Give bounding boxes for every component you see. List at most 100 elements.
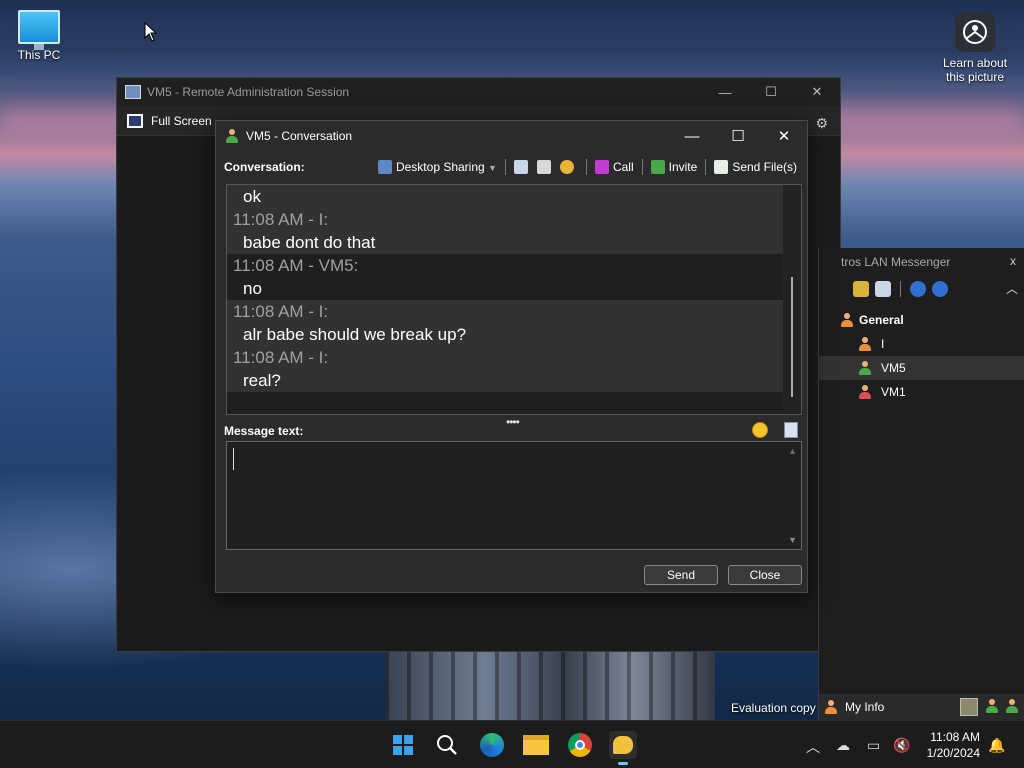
- message-timestamp: 11:08 AM - VM5:: [233, 256, 359, 275]
- user-label: VM1: [881, 385, 906, 399]
- lan-messenger-icon: [613, 736, 633, 754]
- scroll-down-arrow-icon[interactable]: ▼: [788, 535, 797, 545]
- file-explorer-icon: [523, 735, 549, 755]
- chrome-button[interactable]: [566, 731, 594, 759]
- messenger-toolbar: ︿: [819, 276, 1024, 302]
- settings-gear-icon[interactable]: ⚙: [815, 115, 828, 132]
- message-text: alr babe should we break up?: [243, 325, 467, 344]
- message-text-bar: Message text:: [224, 421, 802, 441]
- user-status-icon: [859, 385, 871, 399]
- send-button[interactable]: Send: [644, 565, 718, 585]
- message-entry: 11:08 AM - I: real?: [227, 346, 801, 392]
- onedrive-icon[interactable]: ☁: [836, 737, 850, 754]
- chevron-up-icon[interactable]: ︿: [806, 737, 820, 757]
- conversation-window: VM5 - Conversation — ☐ ✕ Conversation: D…: [215, 120, 808, 593]
- fullscreen-button[interactable]: Full Screen: [151, 114, 212, 128]
- search-button[interactable]: [433, 731, 461, 759]
- conversation-toolbar: Conversation: Desktop Sharing ▼ Call Inv…: [216, 151, 807, 183]
- system-clock[interactable]: 11:08 AM 1/20/2024: [927, 729, 980, 761]
- start-button[interactable]: [389, 731, 417, 759]
- desktop-sharing-icon: [377, 160, 392, 175]
- open-folder-icon[interactable]: [853, 281, 869, 297]
- history-icon[interactable]: [513, 160, 528, 174]
- conversation-user-icon: [226, 129, 238, 143]
- desktop-sharing-button[interactable]: Desktop Sharing ▼: [377, 159, 497, 175]
- edge-beta-button[interactable]: [478, 731, 506, 759]
- help-icon[interactable]: [910, 281, 926, 297]
- message-timestamp: 11:08 AM - I:: [233, 348, 329, 367]
- call-button[interactable]: Call: [594, 160, 634, 175]
- lan-messenger-button[interactable]: [609, 731, 637, 765]
- search-icon: [437, 735, 457, 755]
- message-entry: 11:08 AM - I: babe dont do that: [227, 208, 801, 254]
- message-list: ok 11:08 AM - I: babe dont do that 11:08 AM…: [227, 185, 801, 392]
- messenger-close-button[interactable]: x: [1010, 254, 1016, 268]
- file-transfers-icon[interactable]: [536, 160, 551, 174]
- pier-image: [385, 652, 715, 720]
- invite-button[interactable]: Invite: [650, 160, 697, 175]
- conversation-scrollbar[interactable]: [783, 185, 801, 414]
- user-item-vm1[interactable]: VM1: [819, 380, 1024, 404]
- minimize-button[interactable]: —: [702, 78, 748, 106]
- learn-picture-icon: [955, 12, 995, 52]
- close-button[interactable]: ✕: [794, 78, 840, 106]
- group-general[interactable]: General: [819, 308, 1024, 332]
- messenger-titlebar[interactable]: tros LAN Messenger x: [819, 248, 1024, 276]
- cursor-icon: [144, 22, 158, 42]
- message-text: babe dont do that: [243, 233, 376, 252]
- message-input[interactable]: ▲ ▼: [226, 441, 802, 550]
- network-icon[interactable]: ▭: [867, 737, 880, 754]
- text-caret: [233, 448, 234, 470]
- maximize-button[interactable]: ☐: [715, 121, 761, 151]
- scrollbar-thumb[interactable]: [791, 277, 793, 397]
- user-status-icon: [859, 337, 871, 351]
- conversation-titlebar[interactable]: VM5 - Conversation — ☐ ✕: [216, 121, 807, 151]
- user-status-icon: [859, 361, 871, 375]
- messenger-title: tros LAN Messenger: [841, 255, 951, 269]
- taskbar: ︿ ☁ ▭ 🔇 11:08 AM 1/20/2024 🔔: [0, 720, 1024, 768]
- minimize-button[interactable]: —: [669, 121, 715, 151]
- user-label: VM5: [881, 361, 906, 375]
- status-online-icon[interactable]: [960, 698, 978, 716]
- conversation-history[interactable]: ok 11:08 AM - I: babe dont do that 11:08 AM…: [226, 184, 802, 415]
- font-format-icon[interactable]: [784, 422, 798, 438]
- remote-admin-titlebar[interactable]: VM5 - Remote Administration Session — ☐ …: [117, 78, 840, 106]
- window-title: VM5 - Remote Administration Session: [147, 85, 350, 99]
- desktop-sharing-label: Desktop Sharing: [395, 159, 485, 174]
- volume-muted-icon[interactable]: 🔇: [893, 737, 910, 754]
- message-entry: ok: [227, 185, 801, 208]
- chrome-icon: [568, 733, 592, 757]
- my-info-button[interactable]: My Info: [845, 700, 884, 714]
- message-text: ok: [243, 187, 261, 206]
- group-label: General: [859, 313, 904, 327]
- chevron-up-icon[interactable]: ︿: [1006, 280, 1018, 297]
- desktop-icon-label: This PC: [17, 48, 61, 62]
- history-icon[interactable]: [875, 281, 891, 297]
- fullscreen-icon: [127, 113, 143, 128]
- scroll-up-arrow-icon[interactable]: ▲: [788, 446, 797, 456]
- message-timestamp: 11:08 AM - I:: [233, 210, 329, 229]
- send-files-button[interactable]: Send File(s): [714, 160, 797, 175]
- close-window-button[interactable]: Close: [728, 565, 802, 585]
- desktop-icon-label: Learn about this picture: [942, 56, 1008, 84]
- clock-time: 11:08 AM: [930, 730, 980, 744]
- evaluation-watermark: Evaluation copy: [731, 701, 816, 715]
- close-button[interactable]: ✕: [761, 121, 807, 151]
- video-call-icon: [594, 160, 609, 175]
- status-offline-icon[interactable]: [1006, 699, 1018, 715]
- window-title: VM5 - Conversation: [246, 129, 353, 143]
- status-away-icon[interactable]: [986, 699, 998, 715]
- my-info-icon: [825, 700, 837, 714]
- desktop-icon-learn-picture[interactable]: Learn about this picture: [938, 12, 1012, 84]
- send-file-icon: [714, 160, 729, 175]
- notification-bell-icon[interactable]: 🔔: [988, 737, 1005, 754]
- user-item-vm5[interactable]: VM5: [819, 356, 1024, 380]
- user-item-i[interactable]: I: [819, 332, 1024, 356]
- desktop-icon-this-pc[interactable]: This PC: [10, 10, 68, 62]
- file-explorer-button[interactable]: [522, 731, 550, 759]
- emoticon-icon[interactable]: [752, 422, 768, 438]
- settings-icon[interactable]: [559, 160, 574, 174]
- info-icon[interactable]: [932, 281, 948, 297]
- maximize-button[interactable]: ☐: [748, 78, 794, 106]
- invite-icon: [650, 160, 665, 175]
